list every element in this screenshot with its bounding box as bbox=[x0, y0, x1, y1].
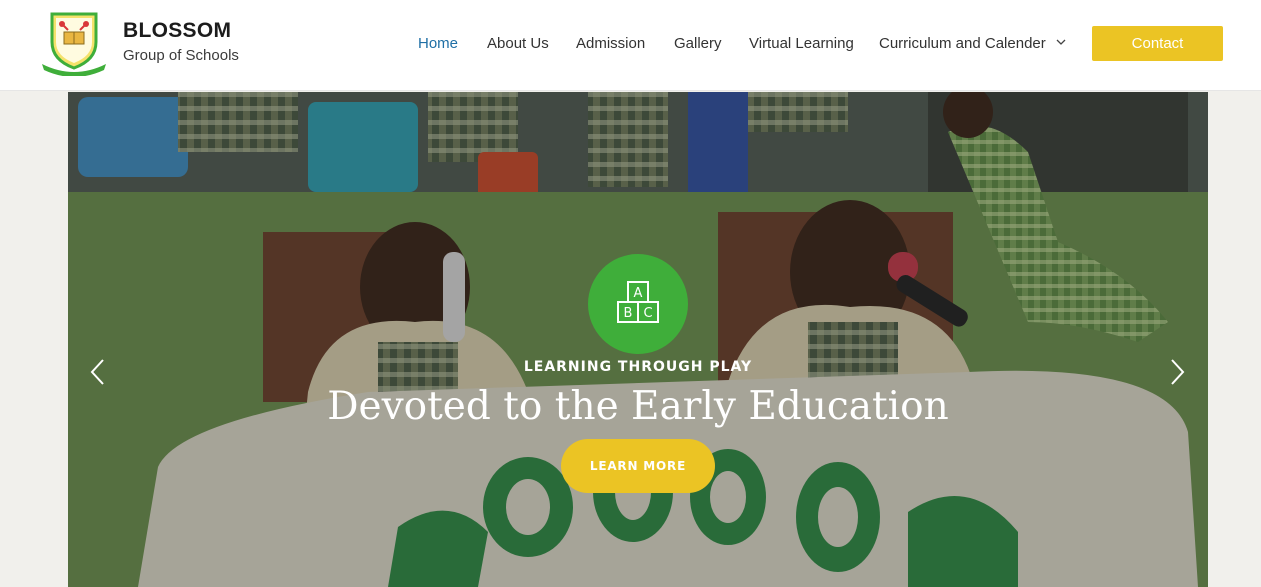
slider-prev-arrow-icon[interactable] bbox=[88, 357, 108, 387]
hero-slider: A B C LEARNING THROUGH PLAY Devoted to t… bbox=[68, 92, 1208, 587]
nav-about-us[interactable]: About Us bbox=[487, 35, 549, 52]
brand-name[interactable]: BLOSSOM bbox=[123, 19, 231, 43]
abc-badge: A B C bbox=[588, 254, 688, 354]
nav-admission[interactable]: Admission bbox=[576, 35, 645, 52]
svg-text:B: B bbox=[624, 306, 633, 321]
site-header: BLOSSOM Group of Schools Home About Us A… bbox=[0, 0, 1261, 91]
abc-blocks-icon: A B C bbox=[617, 281, 659, 323]
nav-virtual-learning[interactable]: Virtual Learning bbox=[749, 35, 854, 52]
nav-curriculum-dropdown[interactable]: Curriculum and Calender bbox=[879, 35, 1066, 52]
nav-gallery[interactable]: Gallery bbox=[674, 35, 722, 52]
hero-headline: Devoted to the Early Education bbox=[327, 384, 949, 429]
hero-tagline: LEARNING THROUGH PLAY bbox=[523, 359, 753, 375]
brand-subtitle: Group of Schools bbox=[123, 47, 239, 64]
svg-text:A: A bbox=[634, 286, 643, 301]
school-crest-logo[interactable] bbox=[38, 8, 110, 76]
nav-home[interactable]: Home bbox=[418, 35, 458, 52]
svg-text:C: C bbox=[643, 306, 652, 321]
slider-next-arrow-icon[interactable] bbox=[1167, 357, 1187, 387]
chevron-down-icon bbox=[1056, 39, 1066, 45]
learn-more-button[interactable]: LEARN MORE bbox=[561, 439, 715, 493]
nav-curriculum-label: Curriculum and Calender bbox=[879, 35, 1046, 52]
contact-button[interactable]: Contact bbox=[1092, 26, 1223, 61]
